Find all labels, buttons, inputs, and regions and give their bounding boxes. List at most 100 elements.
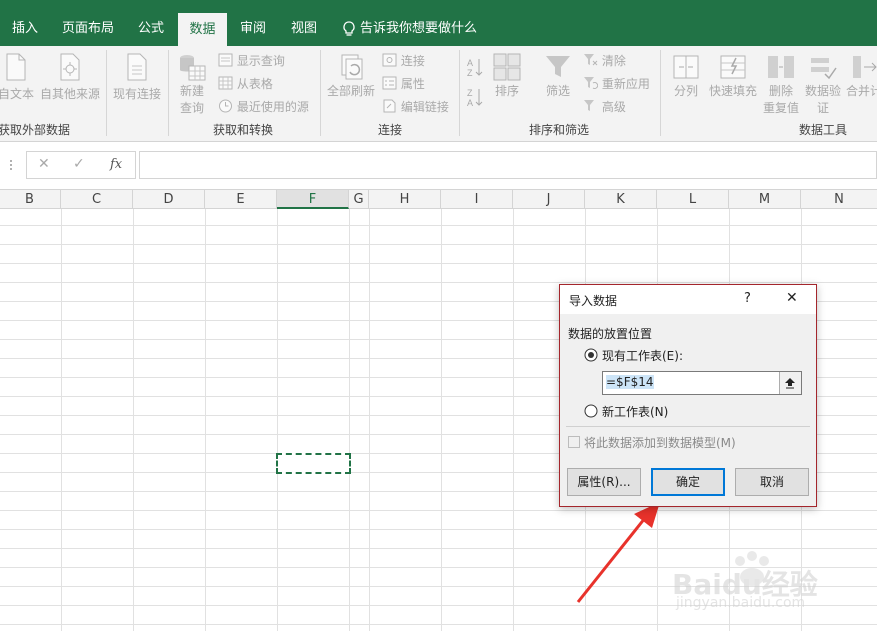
ribbon-separator — [459, 50, 460, 136]
clock-icon — [219, 99, 232, 113]
text-file-icon — [6, 53, 26, 81]
ok-button[interactable]: 确定 — [651, 468, 725, 496]
cancel-icon[interactable]: ✕ — [38, 156, 50, 172]
recent-sources-label: 最近使用的源 — [236, 100, 309, 114]
column-header[interactable]: H — [369, 190, 441, 209]
svg-text:Z: Z — [467, 68, 473, 78]
refresh-all-label: 全部刷新 — [326, 84, 375, 98]
flash-fill-label: 快速填充 — [708, 84, 757, 98]
text-to-columns-button[interactable]: 分列 — [668, 52, 704, 99]
range-input[interactable]: =$F$14 — [602, 371, 802, 395]
refresh-all-button[interactable]: 全部刷新 — [326, 52, 376, 99]
remove-duplicates-button[interactable]: 删除 重复值 — [762, 52, 800, 116]
properties-icon — [382, 76, 397, 90]
dialog-divider — [566, 426, 810, 427]
close-icon[interactable]: ✕ — [786, 290, 798, 306]
radio-selected-icon — [584, 348, 598, 362]
reapply-label: 重新应用 — [601, 77, 650, 91]
tab-view[interactable]: 视图 — [280, 12, 328, 46]
column-header[interactable]: G — [349, 190, 369, 209]
sort-button[interactable]: 排序 — [492, 52, 522, 99]
reapply-button[interactable]: 重新应用 — [583, 75, 650, 92]
refresh-all-icon — [341, 54, 363, 80]
from-text-label: 自文本 — [0, 87, 34, 101]
connections-icon — [382, 53, 397, 67]
lightbulb-icon — [343, 21, 355, 36]
funnel-icon — [546, 56, 570, 77]
watermark-url: jingyan.baidu.com — [676, 595, 806, 611]
show-queries-label: 显示查询 — [236, 54, 285, 68]
edit-links-button[interactable]: 编辑链接 — [382, 98, 449, 115]
cancel-button[interactable]: 取消 — [735, 468, 809, 496]
column-header[interactable]: N — [801, 190, 877, 209]
from-text-button[interactable]: 自文本 — [0, 52, 36, 102]
edit-links-label: 编辑链接 — [400, 100, 449, 114]
consolidate-button[interactable]: 合并计 — [846, 52, 877, 99]
sort-az-icon: AZ — [467, 58, 483, 78]
from-table-label: 从表格 — [236, 77, 273, 91]
new-query-label-line2: 查询 — [179, 101, 204, 115]
column-header[interactable]: B — [0, 190, 61, 209]
existing-connections-button[interactable]: 现有连接 — [110, 52, 164, 102]
sort-az-button[interactable]: AZ — [465, 56, 485, 81]
from-other-sources-button[interactable]: 自其他来源 — [38, 52, 102, 102]
formula-buttons: ✕ ✓ fx — [26, 151, 136, 179]
column-header[interactable]: E — [205, 190, 277, 209]
group-label-data-tools: 数据工具 — [799, 123, 848, 137]
resize-handle-icon[interactable] — [8, 159, 14, 171]
ribbon-data: 自文本 自其他来源 现有连接 获取外部数据 新建 查询 显示查询 从表格 最近使… — [0, 46, 877, 142]
selected-cell[interactable] — [276, 453, 351, 474]
sort-za-button[interactable]: ZA — [465, 86, 485, 111]
svg-text:Z: Z — [467, 88, 473, 98]
tab-formulas[interactable]: 公式 — [128, 12, 174, 46]
consolidate-label: 合并计 — [846, 84, 877, 98]
tell-me-box[interactable]: 告诉我你想要做什么 — [340, 12, 480, 46]
tab-data[interactable]: 数据 — [178, 13, 227, 46]
column-header[interactable]: I — [441, 190, 513, 209]
show-queries-button[interactable]: 显示查询 — [218, 52, 285, 69]
remove-duplicates-label-line1: 删除 — [768, 84, 793, 98]
help-button[interactable]: ? — [744, 291, 751, 306]
tab-review[interactable]: 审阅 — [230, 12, 276, 46]
column-header[interactable]: J — [513, 190, 585, 209]
ribbon-tab-bar: 插入 页面布局 公式 数据 审阅 视图 告诉我你想要做什么 — [0, 0, 877, 46]
insert-function-button[interactable]: fx — [110, 157, 122, 172]
show-queries-icon — [218, 53, 233, 67]
column-header[interactable]: D — [133, 190, 205, 209]
advanced-filter-button[interactable]: 高级 — [583, 98, 626, 115]
group-label-external-data: 获取外部数据 — [0, 123, 71, 137]
new-query-label-line1: 新建 — [179, 84, 204, 98]
filter-button[interactable]: 筛选 — [540, 52, 576, 99]
properties-button[interactable]: 属性 — [382, 75, 425, 92]
ribbon-separator — [320, 50, 321, 136]
flash-fill-button[interactable]: 快速填充 — [708, 52, 758, 99]
column-header[interactable]: M — [729, 190, 801, 209]
properties-dialog-button[interactable]: 属性(R)... — [567, 468, 641, 496]
collapse-dialog-button[interactable] — [779, 372, 801, 394]
clear-filter-label: 清除 — [601, 54, 626, 68]
connections-button[interactable]: 连接 — [382, 52, 425, 69]
placement-label: 数据的放置位置 — [568, 327, 653, 341]
collapse-arrow-icon — [785, 378, 795, 389]
watermark: Baidu经验 jingyan.baidu.com — [672, 549, 862, 611]
recent-sources-button[interactable]: 最近使用的源 — [218, 98, 309, 115]
data-validation-button[interactable]: 数据验 证 — [803, 52, 843, 116]
enter-icon[interactable]: ✓ — [73, 156, 85, 172]
column-header[interactable]: L — [657, 190, 729, 209]
tab-insert[interactable]: 插入 — [0, 12, 50, 46]
text-to-columns-label: 分列 — [673, 84, 698, 98]
clear-filter-button[interactable]: 清除 — [583, 52, 626, 69]
column-header[interactable]: C — [61, 190, 133, 209]
from-table-button[interactable]: 从表格 — [218, 75, 273, 92]
tab-page-layout[interactable]: 页面布局 — [52, 12, 124, 46]
formula-input[interactable] — [139, 151, 877, 179]
column-header-selected[interactable]: F — [277, 190, 349, 209]
sort-label: 排序 — [494, 84, 519, 98]
data-validation-icon — [811, 58, 837, 80]
formula-bar: ✕ ✓ fx — [0, 150, 877, 180]
new-query-button[interactable]: 新建 查询 — [172, 52, 212, 116]
consolidate-icon — [853, 56, 877, 78]
existing-connections-label: 现有连接 — [112, 87, 161, 101]
column-header[interactable]: K — [585, 190, 657, 209]
clear-filter-icon — [584, 54, 598, 66]
